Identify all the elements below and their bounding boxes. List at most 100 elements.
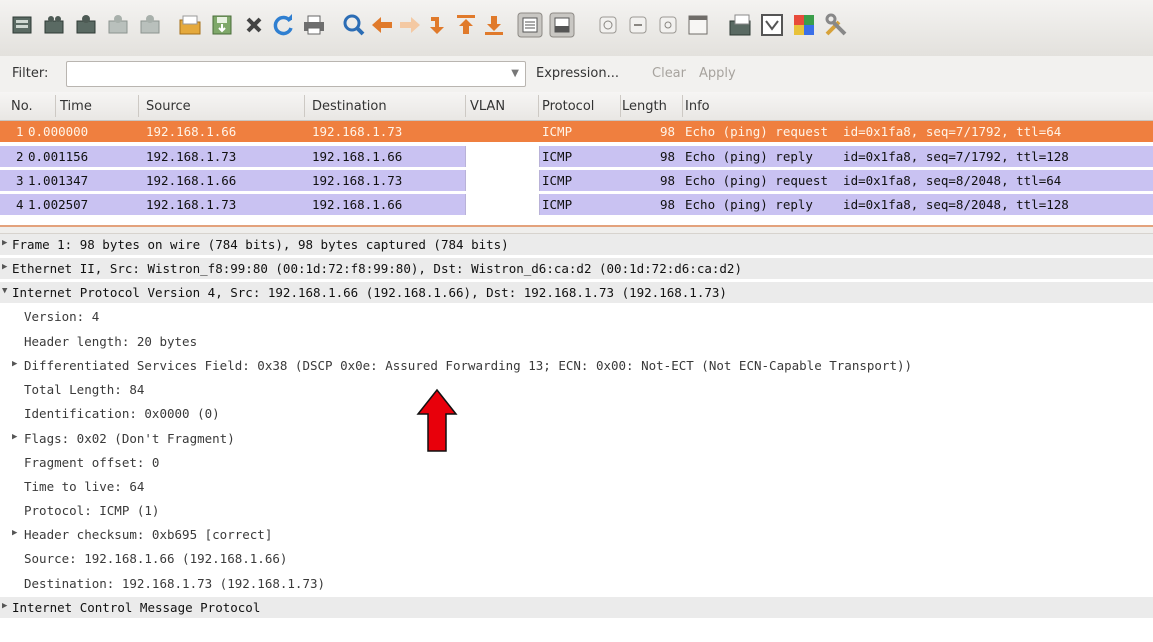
- filter-bar: Filter: ▼ Expression... Clear Apply: [0, 56, 1153, 93]
- column-header-source[interactable]: Source: [146, 99, 191, 114]
- zoom-in-icon[interactable]: [594, 11, 622, 39]
- packet-time: 0.001156: [28, 149, 89, 164]
- packet-time: 1.002507: [28, 197, 89, 212]
- tree-item-icmp[interactable]: ▶ Internet Control Message Protocol: [0, 597, 1153, 618]
- collapse-arrow-icon[interactable]: ▼: [2, 286, 7, 296]
- go-last-icon[interactable]: [480, 11, 508, 39]
- save-file-icon[interactable]: [208, 11, 236, 39]
- packet-time: 1.001347: [28, 173, 89, 188]
- close-file-icon[interactable]: [240, 11, 268, 39]
- apply-button[interactable]: Apply: [699, 66, 736, 81]
- packet-info: Echo (ping) request id=0x1fa8, seq=7/179…: [685, 124, 1062, 139]
- column-header-time[interactable]: Time: [60, 99, 92, 114]
- packet-row-selected[interactable]: 1 0.000000 192.168.1.66 192.168.1.73 ICM…: [0, 121, 1153, 142]
- reload-icon[interactable]: [270, 11, 298, 39]
- stop-capture-icon[interactable]: [104, 11, 132, 39]
- packet-row[interactable]: 2 0.001156 192.168.1.73 192.168.1.66 ICM…: [0, 146, 1153, 167]
- go-forward-icon[interactable]: [396, 11, 424, 39]
- tree-field-dsfield[interactable]: ▶ Differentiated Services Field: 0x38 (D…: [0, 355, 1153, 376]
- packet-source: 192.168.1.66: [146, 124, 237, 139]
- tree-field-fragment-offset[interactable]: Fragment offset: 0: [0, 452, 1153, 473]
- packet-time: 0.000000: [28, 124, 89, 139]
- tree-item-label: Ethernet II, Src: Wistron_f8:99:80 (00:1…: [12, 261, 742, 276]
- packet-row[interactable]: 4 1.002507 192.168.1.73 192.168.1.66 ICM…: [0, 194, 1153, 215]
- restart-capture-icon[interactable]: [136, 11, 164, 39]
- expression-button[interactable]: Expression...: [536, 66, 619, 81]
- expand-arrow-icon[interactable]: ▶: [2, 262, 7, 272]
- tree-item-frame[interactable]: ▶ Frame 1: 98 bytes on wire (784 bits), …: [0, 234, 1153, 255]
- tree-field-checksum[interactable]: ▶ Header checksum: 0xb695 [correct]: [0, 524, 1153, 545]
- display-filters-icon[interactable]: [758, 11, 786, 39]
- expand-arrow-icon[interactable]: ▶: [12, 432, 17, 442]
- tree-field-flags[interactable]: ▶ Flags: 0x02 (Don't Fragment): [0, 428, 1153, 449]
- pane-splitter[interactable]: [0, 225, 1153, 234]
- capture-options-icon[interactable]: [40, 11, 68, 39]
- tree-field-ttl[interactable]: Time to live: 64: [0, 476, 1153, 497]
- column-header-info[interactable]: Info: [685, 99, 710, 114]
- coloring-rules-icon[interactable]: [790, 11, 818, 39]
- zoom-out-icon[interactable]: [624, 11, 652, 39]
- clear-button[interactable]: Clear: [652, 66, 686, 81]
- find-icon[interactable]: [340, 11, 368, 39]
- go-first-icon[interactable]: [452, 11, 480, 39]
- go-to-packet-icon[interactable]: [424, 11, 452, 39]
- filter-label: Filter:: [12, 66, 49, 81]
- print-icon[interactable]: [300, 11, 328, 39]
- red-up-arrow-annotation: [416, 388, 458, 452]
- open-file-icon[interactable]: [176, 11, 204, 39]
- packet-destination: 192.168.1.73: [312, 124, 403, 139]
- tree-field-version[interactable]: Version: 4: [0, 306, 1153, 327]
- packet-info: Echo (ping) reply id=0x1fa8, seq=8/2048,…: [685, 197, 1069, 212]
- column-header-destination[interactable]: Destination: [312, 99, 387, 114]
- packet-length: 98: [660, 124, 676, 139]
- expand-arrow-icon[interactable]: ▶: [12, 528, 17, 538]
- tree-field-destination[interactable]: Destination: 192.168.1.73 (192.168.1.73): [0, 573, 1153, 594]
- tree-field-source[interactable]: Source: 192.168.1.66 (192.168.1.66): [0, 548, 1153, 569]
- packet-source: 192.168.1.73: [146, 197, 237, 212]
- expand-arrow-icon[interactable]: ▶: [2, 601, 7, 611]
- normal-size-icon[interactable]: [654, 11, 682, 39]
- tree-field-protocol[interactable]: Protocol: ICMP (1): [0, 500, 1153, 521]
- packet-protocol: ICMP: [542, 149, 573, 164]
- interface-list-icon[interactable]: [8, 11, 36, 39]
- packet-length: 98: [660, 197, 676, 212]
- column-header-length[interactable]: Length: [622, 99, 667, 114]
- packet-row[interactable]: 3 1.001347 192.168.1.66 192.168.1.73 ICM…: [0, 170, 1153, 191]
- column-header-no[interactable]: No.: [11, 99, 33, 114]
- field-label: Header checksum: 0xb695 [correct]: [24, 527, 273, 542]
- field-label: Identification: 0x0000 (0): [24, 406, 220, 421]
- field-label: Header length: 20 bytes: [24, 334, 198, 349]
- filter-input[interactable]: ▼: [66, 61, 526, 87]
- filter-dropdown-icon[interactable]: ▼: [511, 68, 519, 79]
- auto-scroll-icon[interactable]: [548, 11, 576, 39]
- tree-item-label: Frame 1: 98 bytes on wire (784 bits), 98…: [12, 237, 509, 252]
- packet-source: 192.168.1.73: [146, 149, 237, 164]
- field-label: Source: 192.168.1.66 (192.168.1.66): [24, 551, 288, 566]
- column-header-vlan[interactable]: VLAN: [470, 99, 505, 114]
- packet-length: 98: [660, 173, 676, 188]
- packet-destination: 192.168.1.66: [312, 149, 403, 164]
- tree-field-total-length[interactable]: Total Length: 84: [0, 379, 1153, 400]
- packet-source: 192.168.1.66: [146, 173, 237, 188]
- packet-list-header: No. Time Source Destination VLAN Protoco…: [0, 92, 1153, 121]
- colorize-icon[interactable]: [516, 11, 544, 39]
- tree-field-identification[interactable]: Identification: 0x0000 (0): [0, 403, 1153, 424]
- column-header-protocol[interactable]: Protocol: [542, 99, 594, 114]
- expand-arrow-icon[interactable]: ▶: [12, 359, 17, 369]
- tree-item-ethernet[interactable]: ▶ Ethernet II, Src: Wistron_f8:99:80 (00…: [0, 258, 1153, 279]
- main-toolbar: [0, 0, 1153, 57]
- preferences-icon[interactable]: [822, 11, 850, 39]
- start-capture-icon[interactable]: [72, 11, 100, 39]
- expand-arrow-icon[interactable]: ▶: [2, 238, 7, 248]
- tree-item-label: Internet Protocol Version 4, Src: 192.16…: [12, 285, 727, 300]
- field-label: Time to live: 64: [24, 479, 145, 494]
- field-label: Total Length: 84: [24, 382, 145, 397]
- field-label: Fragment offset: 0: [24, 455, 160, 470]
- packet-length: 98: [660, 149, 676, 164]
- packet-protocol: ICMP: [542, 197, 573, 212]
- tree-item-ipv4[interactable]: ▼ Internet Protocol Version 4, Src: 192.…: [0, 282, 1153, 303]
- tree-field-header-length[interactable]: Header length: 20 bytes: [0, 331, 1153, 352]
- go-back-icon[interactable]: [368, 11, 396, 39]
- capture-filters-icon[interactable]: [726, 11, 754, 39]
- resize-columns-icon[interactable]: [684, 11, 712, 39]
